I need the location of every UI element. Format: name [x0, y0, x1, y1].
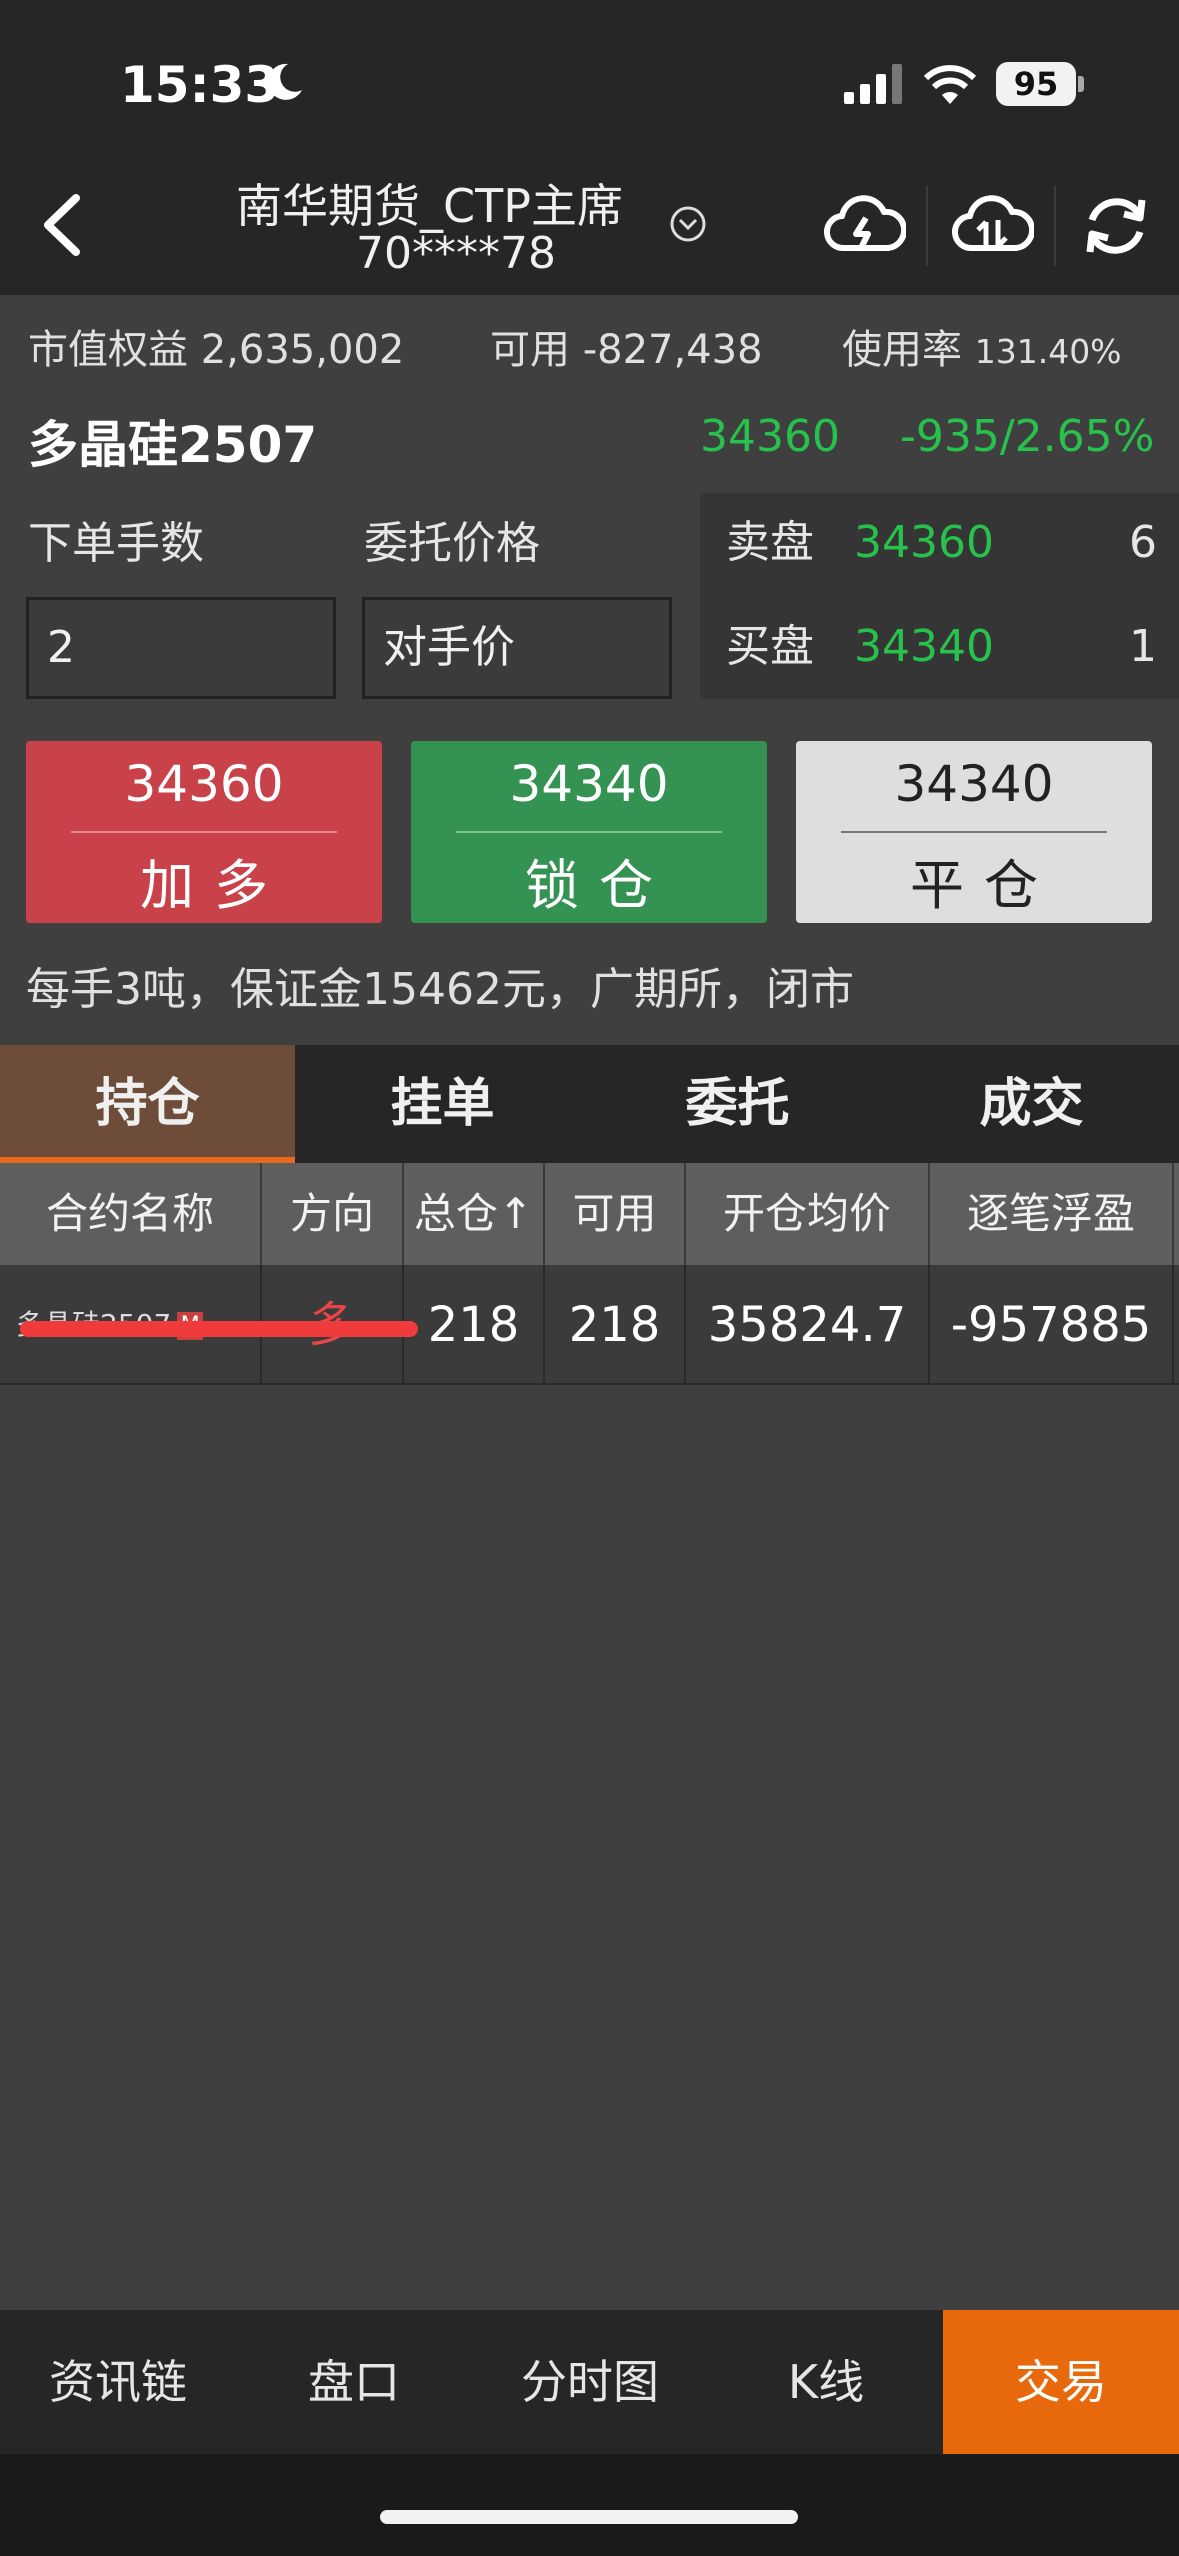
account-title[interactable]: 南华期货_CTP主席: [236, 170, 623, 236]
battery-tip: [1078, 76, 1084, 92]
tab-pending[interactable]: 挂单: [295, 1045, 590, 1163]
top-header: 南华期货_CTP主席 70****78: [0, 160, 1179, 295]
chevron-down-icon[interactable]: [668, 204, 708, 244]
close-position-button[interactable]: 34340 平仓: [796, 741, 1152, 923]
equity-value: 2,635,002: [200, 327, 405, 373]
bid-qty: 1: [1129, 621, 1157, 672]
col-total[interactable]: 总仓↑: [404, 1163, 545, 1265]
status-bar: 15:33 95: [0, 0, 1179, 160]
refresh-icon[interactable]: [1080, 186, 1152, 266]
open-long-button[interactable]: 34360 加多: [26, 741, 382, 923]
cell-avg-price: 35824.7: [686, 1265, 930, 1385]
col-available[interactable]: 可用: [545, 1163, 686, 1265]
nav-trade[interactable]: 交易: [943, 2310, 1179, 2454]
lock-position-button[interactable]: 34340 锁仓: [411, 741, 767, 923]
header-separator: [926, 186, 928, 266]
ask-row[interactable]: 卖盘 34360 6: [700, 493, 1179, 593]
ask-price: 34360: [854, 517, 994, 568]
col-avg-price[interactable]: 开仓均价: [686, 1163, 930, 1265]
price-change: -935/2.65%: [900, 411, 1155, 462]
col-pnl[interactable]: 逐笔浮盈: [930, 1163, 1174, 1265]
quantity-input[interactable]: 2: [26, 597, 336, 699]
close-label: 平仓: [910, 854, 1058, 917]
close-price: 34340: [894, 755, 1054, 813]
equity-stat: 市值权益 2,635,002: [28, 317, 404, 375]
home-bar: [0, 2454, 1179, 2556]
bid-price: 34340: [854, 621, 994, 672]
status-time: 15:33: [120, 56, 280, 114]
positions-table-header: 合约名称 方向 总仓↑ 可用 开仓均价 逐笔浮盈: [0, 1163, 1179, 1265]
header-separator: [1054, 186, 1056, 266]
cell-available: 218: [545, 1265, 686, 1385]
last-price: 34360: [700, 411, 840, 462]
equity-label: 市值权益: [28, 327, 188, 373]
lock-price: 34340: [509, 755, 669, 813]
order-book: 卖盘 34360 6 买盘 34340 1: [700, 493, 1179, 699]
cell-total: 218: [404, 1265, 545, 1385]
ask-label: 卖盘: [726, 517, 814, 568]
redaction-stroke: [20, 1321, 418, 1337]
account-number: 70****78: [356, 228, 556, 279]
back-arrow-icon[interactable]: [28, 190, 98, 260]
open-long-label: 加多: [140, 854, 288, 917]
ask-qty: 6: [1129, 517, 1157, 568]
trade-panel: 市值权益 2,635,002 可用 -827,438 使用率 131.40% 多…: [0, 295, 1179, 1045]
bid-label: 买盘: [726, 621, 814, 672]
tab-orders[interactable]: 委托: [590, 1045, 885, 1163]
cell-pnl: -957885: [930, 1265, 1174, 1385]
wifi-icon: [923, 65, 977, 104]
cloud-sync-icon[interactable]: [950, 186, 1034, 266]
button-divider: [841, 831, 1107, 833]
quantity-label: 下单手数: [28, 518, 204, 569]
price-type-label: 委托价格: [364, 518, 540, 569]
bottom-nav: 资讯链 盘口 分时图 K线 交易: [0, 2310, 1179, 2454]
usage-stat: 使用率 131.40%: [842, 317, 1122, 375]
usage-label: 使用率: [842, 327, 962, 373]
nav-intraday[interactable]: 分时图: [472, 2310, 708, 2454]
open-long-price: 34360: [124, 755, 284, 813]
col-contract[interactable]: 合约名称: [0, 1163, 262, 1265]
nav-orderbook[interactable]: 盘口: [236, 2310, 472, 2454]
lock-label: 锁仓: [525, 854, 673, 917]
signal-icon: [844, 64, 902, 104]
tab-positions[interactable]: 持仓: [0, 1045, 295, 1163]
available-value: -827,438: [582, 327, 763, 373]
contract-name[interactable]: 多晶硅2507: [28, 405, 317, 477]
price-type-select[interactable]: 对手价: [362, 597, 672, 699]
cloud-lightning-icon[interactable]: [822, 186, 906, 266]
nav-news[interactable]: 资讯链: [0, 2310, 236, 2454]
available-label: 可用: [490, 327, 570, 373]
position-tabs: 持仓 挂单 委托 成交: [0, 1045, 1179, 1163]
tab-trades[interactable]: 成交: [884, 1045, 1179, 1163]
contract-info: 每手3吨，保证金15462元，广期所，闭市: [26, 964, 854, 1015]
col-direction[interactable]: 方向: [262, 1163, 404, 1265]
bid-row[interactable]: 买盘 34340 1: [700, 597, 1179, 697]
positions-table-body: 多晶硅2507M 多 218 218 35824.7 -957885: [0, 1265, 1179, 2310]
home-indicator[interactable]: [380, 2510, 798, 2524]
battery-indicator: 95: [996, 62, 1076, 106]
moon-icon: [267, 63, 302, 100]
usage-value: 131.40%: [974, 332, 1122, 371]
available-stat: 可用 -827,438: [490, 317, 763, 375]
button-divider: [71, 831, 337, 833]
nav-kline[interactable]: K线: [708, 2310, 944, 2454]
button-divider: [456, 831, 722, 833]
